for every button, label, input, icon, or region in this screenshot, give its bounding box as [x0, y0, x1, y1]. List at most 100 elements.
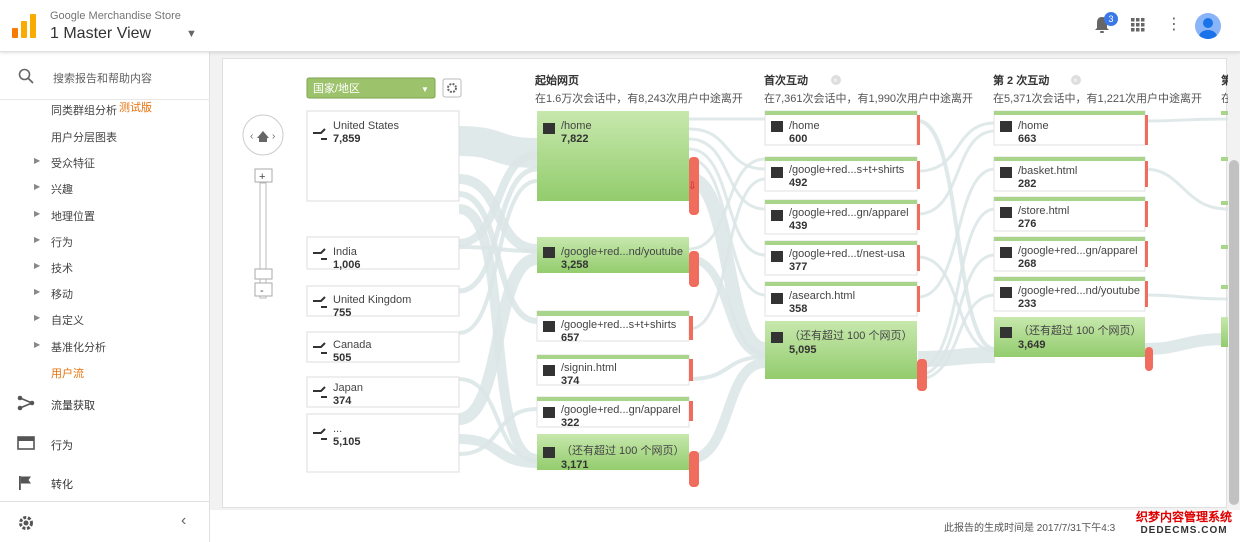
dropoff-bar[interactable] [689, 451, 699, 487]
sidebar-item-users-flow[interactable]: 用户流 [51, 365, 84, 381]
dropoff-bar[interactable] [1145, 161, 1148, 187]
expand-arrow-icon[interactable]: ▶ [34, 209, 40, 218]
node-value: 3,258 [561, 259, 589, 271]
node-label: （还有超过 100 个网页） [561, 443, 684, 457]
page-node[interactable]: /google+red...t/nest-usa 377 [764, 240, 920, 276]
generated-time: 此报告的生成时间是 2017/7/31下午4:3 [944, 523, 1116, 534]
dropoff-arrow-icon: ⇩ [688, 181, 696, 192]
search-icon [18, 68, 34, 84]
dropoff-bar[interactable] [917, 245, 920, 271]
node-value: 600 [789, 133, 807, 145]
dropoff-bar[interactable] [917, 204, 920, 230]
page-node[interactable]: /signin.html 374 [536, 354, 693, 387]
page-node[interactable]: /google+red...s+t+shirts 492 [764, 156, 920, 192]
country-node-uk[interactable]: United Kingdom 755 [306, 285, 460, 319]
expand-arrow-icon[interactable]: ▶ [34, 182, 40, 191]
column-title: 首次互动 [764, 73, 808, 87]
dropoff-bar[interactable] [917, 115, 920, 145]
vertical-scrollbar[interactable] [1229, 160, 1239, 505]
sidebar-section-conversions[interactable]: 转化 [51, 476, 73, 492]
sidebar-item-mobile[interactable]: 移动 [51, 286, 73, 302]
sidebar-item-behavior[interactable]: 行为 [51, 234, 73, 250]
expand-arrow-icon[interactable]: ▶ [34, 313, 40, 322]
view-selector[interactable]: 1 Master View [50, 25, 151, 43]
node-value: 377 [789, 261, 807, 273]
page-node[interactable]: /google+red...nd/youtube 3,258 [537, 237, 699, 287]
page-node[interactable]: /google+red...gn/apparel 322 [536, 396, 693, 429]
dropoff-bar[interactable] [689, 316, 693, 340]
settings-button[interactable] [442, 78, 462, 98]
page-node[interactable]: /google+red...gn/apparel 268 [993, 236, 1148, 272]
sidebar-item-technology[interactable]: 技术 [51, 260, 73, 276]
sidebar-item-demographics[interactable]: 受众特征 [51, 155, 95, 171]
sidebar-search[interactable]: 搜索报告和帮助内容 [0, 52, 210, 100]
page-icon [771, 332, 783, 343]
dropoff-bar[interactable] [1145, 115, 1148, 145]
collapse-chevron-icon[interactable]: ‹ [181, 512, 186, 530]
dropoff-bar[interactable] [689, 359, 693, 381]
apps-grid-icon[interactable] [1131, 18, 1145, 32]
country-node-us[interactable]: United States 7,859 [306, 110, 460, 202]
gear-icon[interactable] [17, 514, 35, 532]
sidebar-item-cohort[interactable]: 同类群组分析 测试版 [51, 102, 152, 118]
country-node-canada[interactable]: Canada 505 [306, 331, 460, 364]
more-vert-icon[interactable]: ⋮ [1166, 14, 1182, 34]
page-node[interactable]: /home 663 [993, 110, 1148, 146]
page-icon [543, 123, 555, 134]
expand-arrow-icon[interactable]: ▶ [34, 261, 40, 270]
sidebar-item-user-explorer[interactable]: 用户分层图表 [51, 129, 117, 145]
zoom-slider-track[interactable] [259, 182, 267, 299]
dropoff-bar[interactable] [917, 161, 920, 189]
dropoff-bar[interactable] [917, 286, 920, 312]
pan-right-icon[interactable]: › [272, 131, 275, 142]
dropoff-bar[interactable] [1145, 347, 1153, 371]
country-node-india[interactable]: India 1,006 [306, 236, 460, 271]
country-node-other[interactable]: ... 5,105 [306, 413, 460, 473]
page-node[interactable]: /basket.html 282 [993, 156, 1148, 192]
sidebar-item-custom[interactable]: 自定义 [51, 312, 84, 328]
dropoff-bar[interactable] [1145, 281, 1148, 307]
node-value: 233 [1018, 298, 1036, 310]
page-icon [543, 447, 555, 458]
page-node[interactable]: /store.html 276 [993, 196, 1148, 232]
caret-down-icon: ▼ [421, 85, 429, 94]
page-node[interactable]: ⇩ /home 7,822 [537, 111, 699, 215]
page-node[interactable]: /asearch.html 358 [764, 281, 920, 317]
beta-badge: 测试版 [119, 102, 152, 114]
page-node[interactable]: （还有超过 100 个网页） 3,649 [994, 317, 1153, 371]
sidebar-item-benchmarking[interactable]: 基准化分析 [51, 339, 106, 355]
expand-arrow-icon[interactable]: ▶ [34, 340, 40, 349]
page-node[interactable]: （还有超过 100 个网页） 5,095 [765, 321, 927, 391]
sidebar-section-acquisition[interactable]: 流量获取 [51, 397, 95, 413]
sidebar-item-interests[interactable]: 兴趣 [51, 181, 73, 197]
caret-down-icon[interactable]: ▼ [186, 28, 197, 40]
page-icon [543, 365, 555, 376]
dropoff-bar[interactable] [1145, 241, 1148, 267]
expand-arrow-icon[interactable]: ▶ [34, 287, 40, 296]
close-icon: × [1073, 76, 1078, 85]
first-interaction-nodes: /home 600 /google+red...s+t+shirts 492 /… [764, 110, 927, 391]
expand-arrow-icon[interactable]: ▶ [34, 235, 40, 244]
watermark-logo: 织梦内容管理系统 DEDECMS.COM [1130, 508, 1238, 540]
sidebar-section-behavior[interactable]: 行为 [51, 437, 73, 453]
page-node[interactable]: /google+red...nd/youtube 233 [993, 276, 1148, 312]
page-node[interactable]: /google+red...s+t+shirts 657 [536, 310, 693, 344]
expand-arrow-icon[interactable]: ▶ [34, 156, 40, 165]
zoom-slider-handle[interactable] [254, 268, 273, 280]
sidebar-item-geo[interactable]: 地理位置 [51, 208, 95, 224]
dropoff-bar[interactable] [917, 359, 927, 391]
page-node[interactable]: /home 600 [764, 110, 920, 146]
page-node[interactable]: （还有超过 100 个网页） 3,171 [537, 434, 699, 487]
country-node-japan[interactable]: Japan 374 [306, 376, 460, 408]
page-node[interactable]: /google+red...gn/apparel 439 [764, 199, 920, 235]
pan-left-icon[interactable]: ‹ [250, 131, 253, 142]
node-value: 505 [333, 352, 351, 364]
sidebar: 搜索报告和帮助内容 同类群组分析 测试版 用户分层图表 ▶ 受众特征 ▶ 兴趣 ▶… [0, 52, 210, 542]
dropoff-bar[interactable] [689, 401, 693, 421]
avatar[interactable] [1195, 13, 1221, 39]
dropoff-bar[interactable] [689, 251, 699, 287]
node-label: India [333, 246, 358, 258]
dropoff-bar[interactable] [1145, 201, 1148, 227]
analytics-logo-icon[interactable] [12, 14, 36, 38]
column-title: 起始网页 [534, 73, 579, 87]
